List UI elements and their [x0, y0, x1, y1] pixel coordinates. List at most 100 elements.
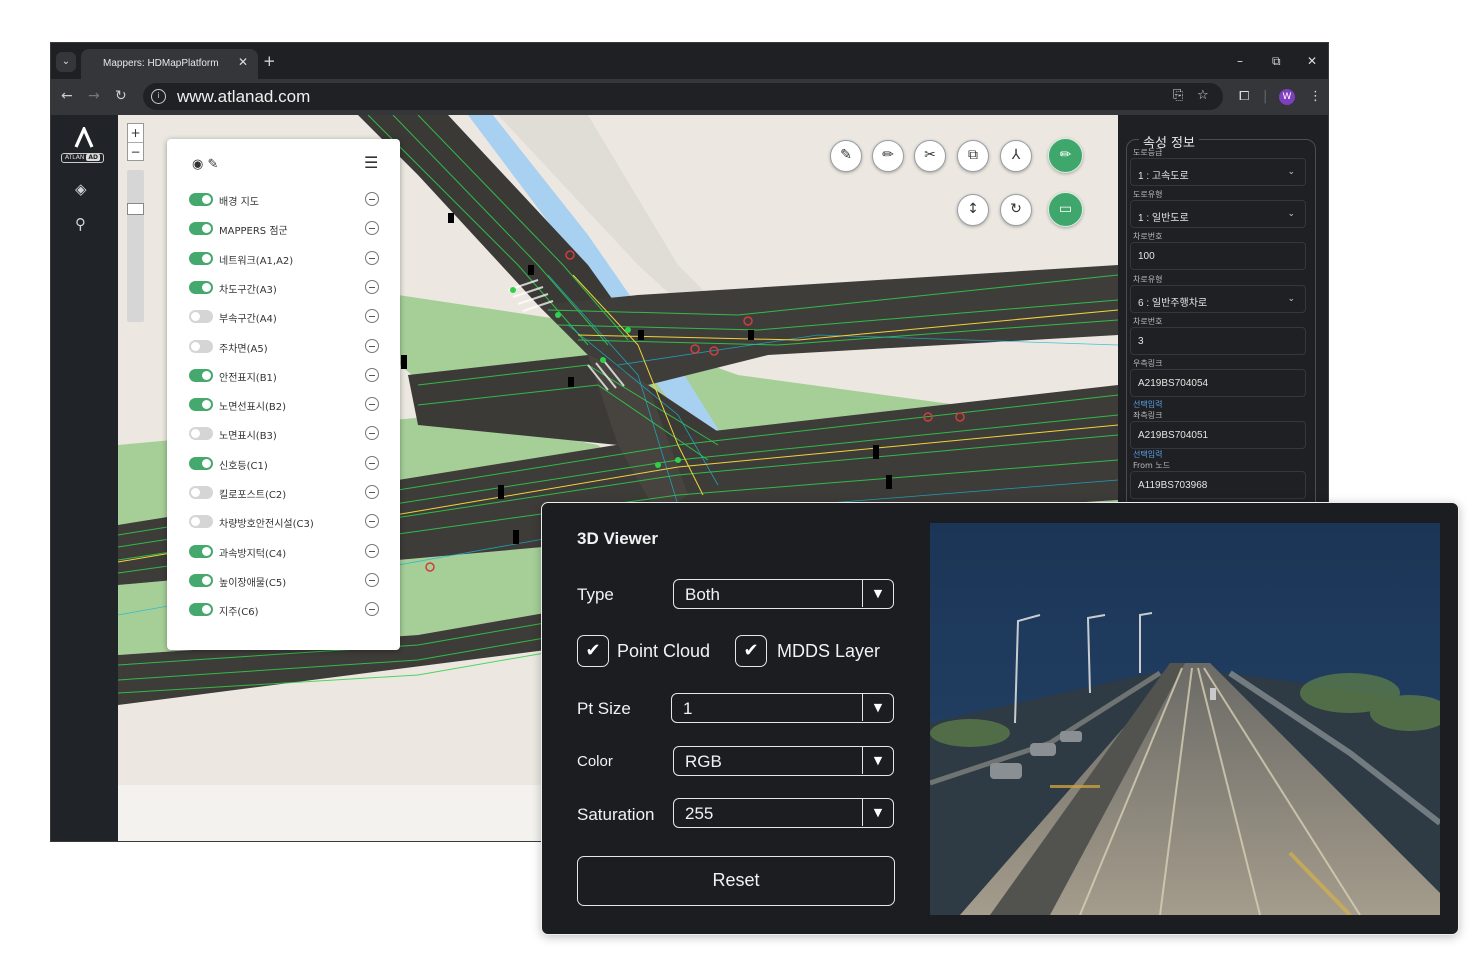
property-input[interactable]: A119BS703968 — [1130, 471, 1306, 499]
layer-panel: ◉ ✎ ☰ 배경 지도 MAPPERS 점군 네트워크(A1,A2) 차도구간(A3)… — [167, 139, 400, 650]
layer-toggle[interactable] — [189, 486, 213, 499]
property-select[interactable]: 1 : 고속도로 ⌄ — [1130, 158, 1306, 186]
draw-area-tool-icon[interactable]: ✎ — [830, 140, 862, 172]
extensions-icon[interactable]: ⧠ — [1239, 89, 1249, 104]
chevron-down-icon[interactable]: ⌄ — [1287, 294, 1295, 304]
browser-tab[interactable]: Mappers: HDMapPlatform ✕ — [81, 49, 258, 79]
site-info-icon[interactable]: i — [151, 89, 166, 104]
type-label: Type — [577, 585, 614, 604]
property-input[interactable]: A219BS704054 — [1130, 369, 1306, 397]
layer-remove-icon[interactable] — [365, 367, 379, 382]
copy-icon[interactable]: ⧉ — [957, 140, 989, 172]
layer-toggle[interactable] — [189, 193, 213, 206]
layer-toggle[interactable] — [189, 222, 213, 236]
mdds-layer-checkbox[interactable]: ✔ — [735, 635, 767, 667]
close-window-icon[interactable]: ✕ — [1307, 54, 1317, 68]
property-select[interactable]: 6 : 일반주행차로 ⌄ — [1130, 285, 1306, 313]
back-icon[interactable]: ← — [61, 88, 73, 104]
bookmark-star-icon[interactable]: ☆ — [1197, 88, 1209, 103]
layer-remove-icon[interactable] — [365, 221, 379, 236]
edit-mode-icon[interactable]: ✏ — [1048, 138, 1083, 173]
layer-remove-icon[interactable] — [365, 602, 379, 617]
atlan-logo-icon — [74, 127, 94, 148]
layer-remove-icon[interactable] — [365, 572, 379, 587]
layer-toggle[interactable] — [189, 603, 213, 617]
layer-remove-icon[interactable] — [365, 455, 379, 470]
layer-toggle[interactable] — [189, 339, 213, 353]
saturation-select[interactable]: 255 ▼ — [673, 798, 894, 828]
chevron-down-icon[interactable]: ▼ — [862, 747, 893, 774]
chevron-down-icon[interactable]: ▼ — [862, 694, 893, 721]
layer-toggle[interactable] — [189, 368, 213, 382]
property-input[interactable]: 100 — [1130, 242, 1306, 270]
layer-remove-icon[interactable] — [365, 426, 379, 441]
layer-remove-icon[interactable] — [365, 192, 379, 206]
layer-remove-icon[interactable] — [365, 279, 379, 294]
layer-remove-icon[interactable] — [365, 338, 379, 353]
minimize-icon[interactable]: – — [1237, 54, 1243, 68]
layer-toggle[interactable] — [189, 544, 213, 558]
point-cloud-view[interactable] — [930, 523, 1440, 915]
pt-size-select[interactable]: 1 ▼ — [671, 693, 894, 723]
reload-icon[interactable]: ↻ — [115, 88, 127, 104]
omnibox[interactable]: i www.atlanad.com ⎘ ☆ — [143, 83, 1223, 110]
layers-icon[interactable]: ◈ — [75, 180, 87, 198]
visibility-eye-icon[interactable]: ◉ ✎ — [192, 157, 218, 172]
url-text[interactable]: www.atlanad.com — [177, 87, 310, 107]
profile-avatar[interactable]: W — [1279, 89, 1295, 105]
edit-pencil-icon[interactable]: ✏ — [872, 140, 904, 172]
measure-ruler-icon[interactable]: ▭ — [1048, 192, 1083, 227]
layer-toggle[interactable] — [189, 251, 213, 265]
rotate-select-icon[interactable]: ↻ — [1000, 194, 1032, 226]
property-input[interactable]: 3 — [1130, 327, 1306, 355]
layer-toggle[interactable] — [189, 427, 213, 441]
point-cloud-checkbox[interactable]: ✔ — [577, 635, 609, 667]
layer-toggle[interactable] — [189, 280, 213, 294]
layer-remove-icon[interactable] — [365, 309, 379, 324]
restore-icon[interactable]: ⧉ — [1272, 54, 1281, 69]
tab-search-dropdown-icon[interactable]: ⌄ — [56, 52, 76, 72]
chevron-down-icon[interactable]: ⌄ — [1287, 209, 1295, 219]
field-label: 차로번호 — [1133, 232, 1163, 241]
layer-remove-icon[interactable] — [365, 543, 379, 558]
tab-close-icon[interactable]: ✕ — [238, 55, 248, 69]
forward-icon[interactable]: → — [88, 88, 100, 104]
chevron-down-icon[interactable]: ⌄ — [1287, 167, 1295, 177]
browser-menu-icon[interactable]: ⋮ — [1309, 89, 1322, 104]
type-select[interactable]: Both ▼ — [673, 579, 894, 609]
chevron-down-icon[interactable]: ▼ — [862, 580, 893, 607]
saturation-label: Saturation — [577, 805, 655, 824]
layer-toggle[interactable] — [189, 573, 213, 587]
viewer-title: 3D Viewer — [577, 529, 658, 548]
pt-size-label: Pt Size — [577, 699, 631, 718]
layer-remove-icon[interactable] — [365, 397, 379, 412]
layer-row: 노면선표시(B2) — [189, 395, 385, 415]
install-app-icon[interactable]: ⎘ — [1173, 88, 1183, 103]
reset-button[interactable]: Reset — [577, 856, 895, 906]
vertical-move-icon[interactable]: ↕ — [957, 194, 989, 226]
layer-remove-icon[interactable] — [365, 485, 379, 499]
zoom-slider-thumb[interactable] — [127, 203, 144, 215]
merge-icon[interactable]: ⅄ — [1000, 140, 1032, 172]
layer-row: 높이장애물(C5) — [189, 571, 385, 591]
property-select[interactable]: 1 : 일반도로 ⌄ — [1130, 200, 1306, 228]
layer-remove-icon[interactable] — [365, 514, 379, 529]
color-value: RGB — [685, 752, 722, 771]
zoom-slider[interactable] — [127, 170, 144, 322]
layer-remove-icon[interactable] — [365, 250, 379, 265]
layer-toggle[interactable] — [189, 456, 213, 470]
chevron-down-icon[interactable]: ▼ — [862, 799, 893, 826]
zoom-in-button[interactable]: + — [128, 124, 143, 142]
color-select[interactable]: RGB ▼ — [673, 746, 894, 776]
layer-menu-icon[interactable]: ☰ — [364, 153, 378, 172]
layer-toggle[interactable] — [189, 398, 213, 412]
layer-toggle[interactable] — [189, 310, 213, 324]
search-icon[interactable]: ⚲ — [75, 215, 86, 233]
layer-label: 과속방지턱(C4) — [219, 548, 287, 560]
property-input[interactable]: A219BS704051 — [1130, 421, 1306, 449]
cut-scissors-icon[interactable]: ✂ — [914, 140, 946, 172]
new-tab-icon[interactable]: + — [263, 52, 276, 70]
field-label: From 노드 — [1133, 461, 1171, 470]
layer-toggle[interactable] — [189, 515, 213, 529]
zoom-out-button[interactable]: − — [128, 142, 143, 160]
